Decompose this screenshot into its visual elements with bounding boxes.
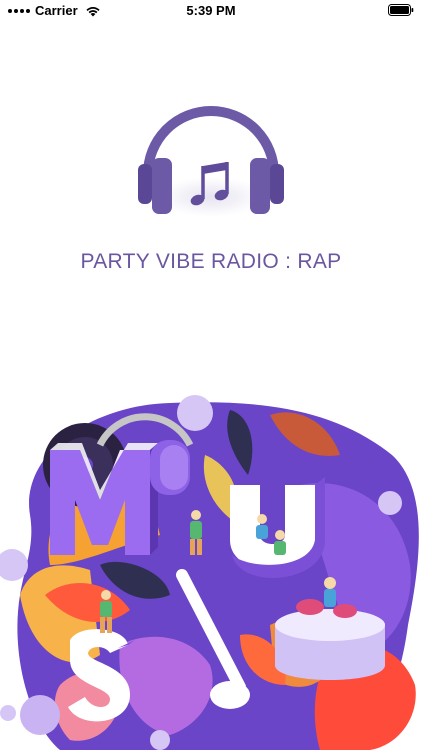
music-festival-illustration [0, 395, 419, 750]
splash-screen: Carrier 5:39 PM PARTY VIBE RADIO: RAP [0, 0, 422, 750]
status-time: 5:39 PM [186, 3, 236, 18]
logo-glow [156, 177, 266, 217]
battery-icon [388, 4, 414, 16]
status-bar: Carrier 5:39 PM [0, 0, 422, 22]
app-title: PARTY VIBE RADIO : RAP [80, 250, 342, 273]
app-logo [126, 82, 296, 232]
